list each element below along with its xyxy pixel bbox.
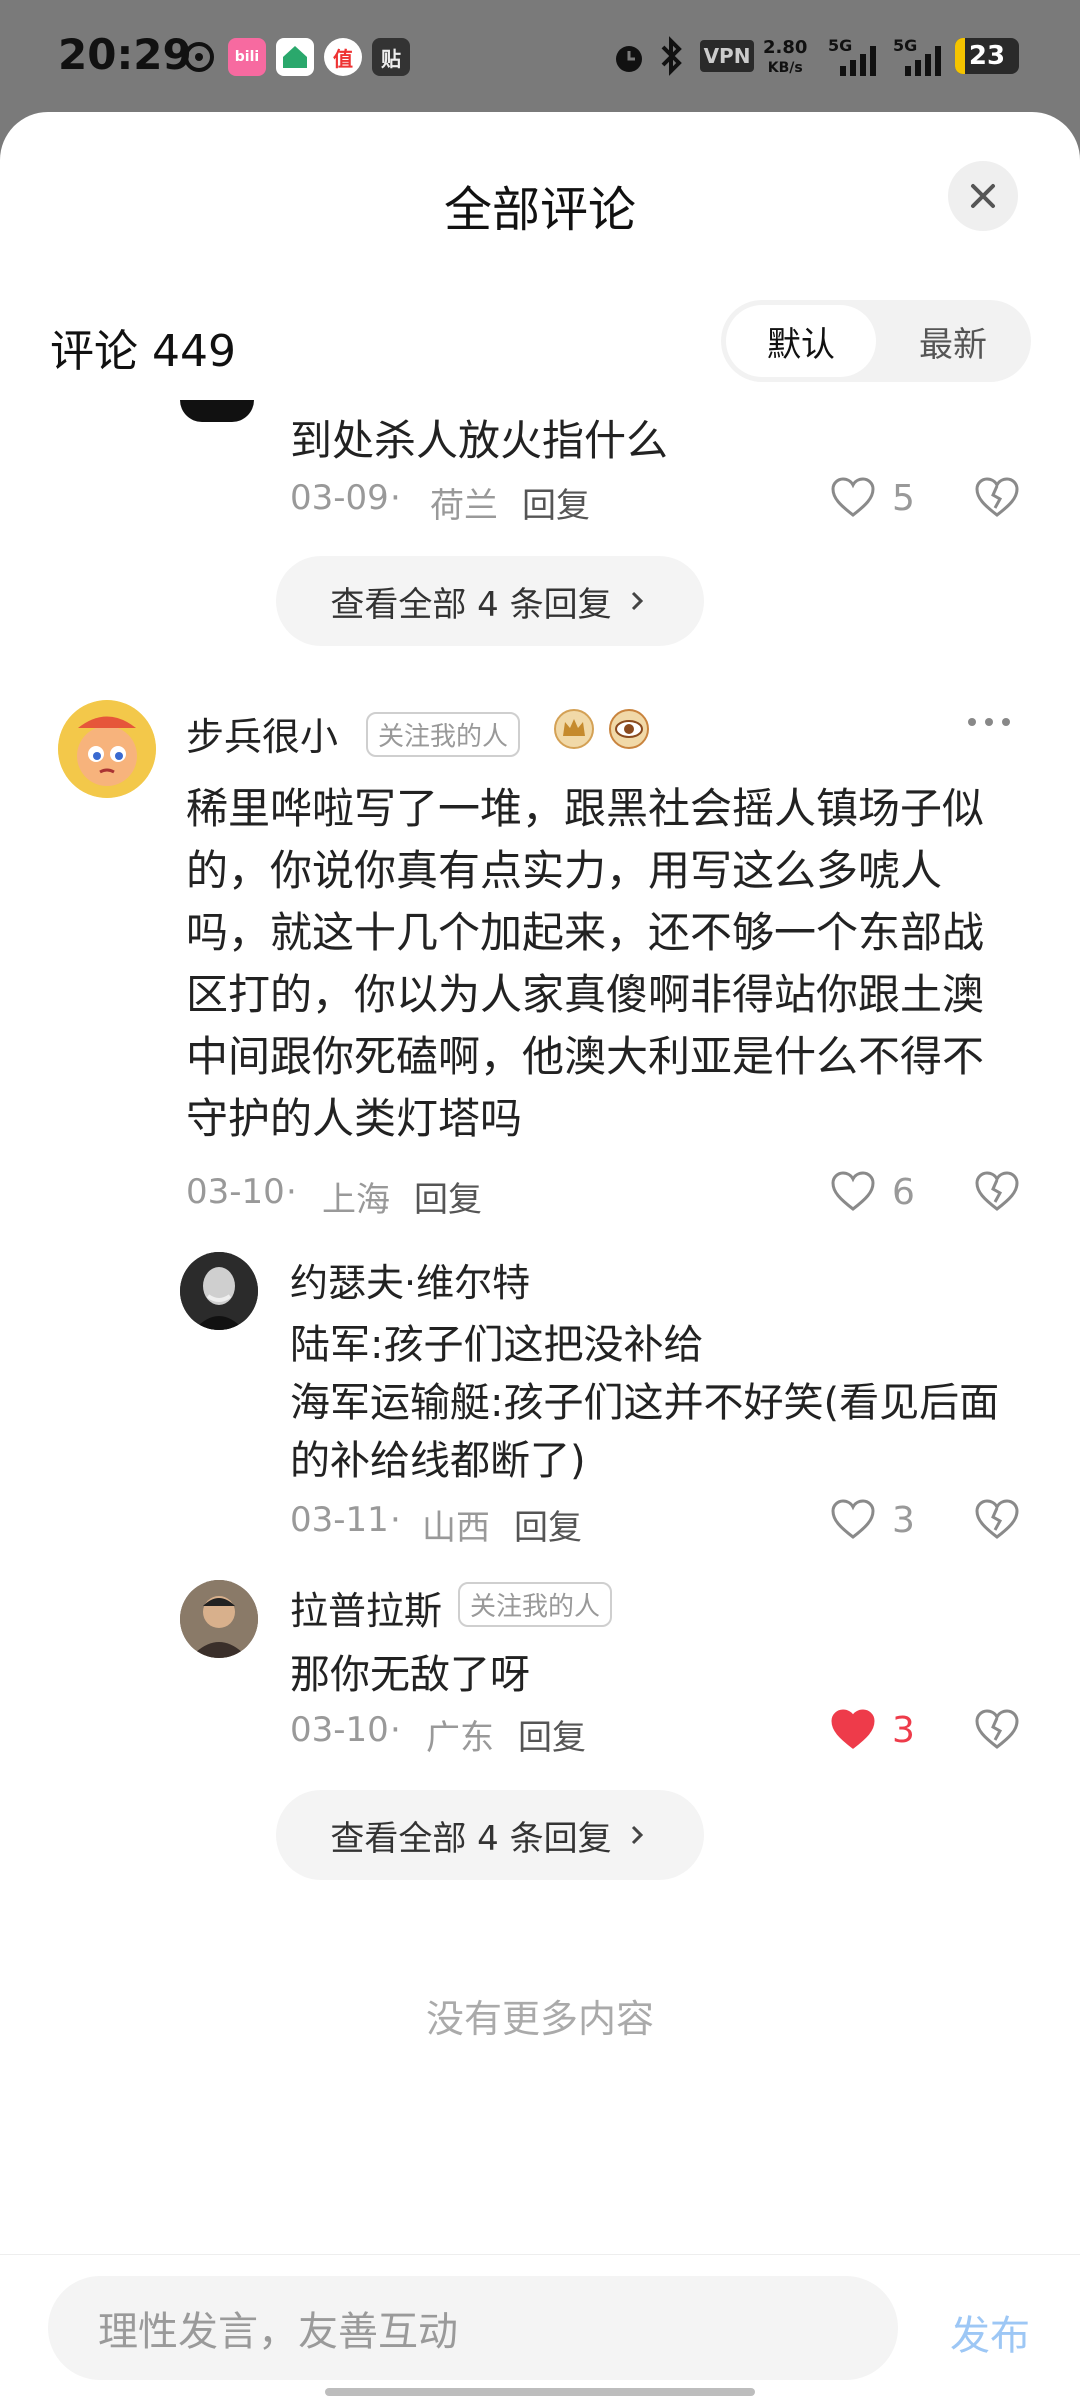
- dislike-button[interactable]: [974, 1708, 1020, 1754]
- comment-date: 03-09: [290, 478, 389, 518]
- home-app-icon: [276, 38, 314, 76]
- comment-location: 荷兰: [430, 486, 498, 526]
- meta-dot: ·: [390, 1710, 401, 1750]
- more-dots-icon: [968, 718, 1010, 726]
- signal-icon-a: [830, 42, 880, 82]
- close-icon: [971, 184, 995, 208]
- chevron-right-icon: [631, 591, 643, 611]
- like-count: 3: [892, 1500, 915, 1541]
- meta-dot: ·: [286, 1172, 297, 1212]
- like-count: 3: [892, 1710, 915, 1751]
- crown-badge-icon: [553, 708, 595, 754]
- like-button[interactable]: [830, 1170, 876, 1216]
- reply-date: 03-10: [290, 1710, 389, 1750]
- reply-author-name[interactable]: 拉普拉斯: [290, 1580, 442, 1635]
- bluetooth-icon: [656, 36, 686, 80]
- comment-location: 上海: [322, 1180, 390, 1220]
- sort-newest-button[interactable]: 最新: [880, 305, 1026, 377]
- heart-icon: [831, 1499, 875, 1539]
- like-count: 6: [892, 1172, 915, 1213]
- close-button[interactable]: [948, 161, 1018, 231]
- eye-badge-icon: [608, 708, 650, 754]
- view-all-replies-button[interactable]: 查看全部 4 条回复: [276, 1790, 704, 1880]
- network-speed: 2.80 KB/s: [763, 37, 808, 77]
- view-all-replies-button[interactable]: 查看全部 4 条回复: [276, 556, 704, 646]
- reply-location: 山西: [422, 1508, 490, 1548]
- broken-heart-icon: [975, 1499, 1019, 1539]
- reply-text: 那你无敌了呀: [290, 1652, 530, 1698]
- broken-heart-icon: [975, 477, 1019, 517]
- avatar[interactable]: [180, 1252, 258, 1330]
- reply-button[interactable]: 回复: [522, 478, 590, 527]
- home-indicator[interactable]: [325, 2388, 755, 2396]
- like-button[interactable]: [830, 1708, 876, 1754]
- follower-tag: 关注我的人: [458, 1582, 613, 1627]
- reply-date: 03-11: [290, 1500, 389, 1540]
- reply-text: 陆军:孩子们这把没补给 海军运输艇:孩子们这并不好笑(看见后面的补给线都断了): [290, 1322, 1000, 1484]
- meta-dot: ·: [390, 478, 401, 518]
- vpn-icon: VPN: [700, 40, 754, 72]
- comment-input[interactable]: 理性发言，友善互动: [48, 2276, 898, 2380]
- no-more-content: 没有更多内容: [425, 1997, 654, 2041]
- avatar[interactable]: [180, 1580, 258, 1658]
- heart-icon: [831, 477, 875, 517]
- meta-dot: ·: [390, 1500, 401, 1540]
- comment-date: 03-10: [186, 1172, 285, 1212]
- tieba-icon: 贴: [372, 38, 410, 76]
- sheet-title: 全部评论: [443, 182, 636, 238]
- alarm-icon: [610, 38, 648, 80]
- avatar[interactable]: [180, 400, 254, 422]
- view-all-replies-label: 查看全部 4 条回复: [330, 584, 612, 625]
- reply-author-name[interactable]: 约瑟夫·维尔特: [290, 1252, 530, 1307]
- comment-input-placeholder: 理性发言，友善互动: [98, 2309, 458, 2355]
- dislike-button[interactable]: [974, 1498, 1020, 1544]
- dislike-button[interactable]: [974, 476, 1020, 522]
- like-count: 5: [892, 478, 915, 519]
- sort-default-button[interactable]: 默认: [726, 305, 876, 377]
- reply-button[interactable]: 回复: [514, 1500, 582, 1549]
- follower-tag: 关注我的人: [366, 712, 521, 757]
- send-button[interactable]: 发布: [950, 2303, 1030, 2361]
- comment-text: 稀里哗啦写了一堆，跟黑社会摇人镇场子似的，你说你真有点实力，用写这么多唬人吗，就…: [186, 784, 985, 1143]
- commenter-name[interactable]: 步兵很小: [186, 706, 338, 761]
- bilibili-icon: bili: [228, 38, 266, 76]
- zhide-icon: 值: [324, 38, 362, 76]
- chevron-right-icon: [631, 1825, 643, 1845]
- more-options-button[interactable]: [964, 714, 1014, 734]
- comment-count: 评论 449: [50, 326, 236, 377]
- heart-icon: [831, 1171, 875, 1211]
- dislike-button[interactable]: [974, 1170, 1020, 1216]
- broken-heart-icon: [975, 1709, 1019, 1749]
- heart-filled-icon: [831, 1709, 875, 1749]
- reply-location: 广东: [426, 1718, 494, 1758]
- like-button[interactable]: [830, 1498, 876, 1544]
- netease-music-icon: [180, 38, 218, 76]
- status-time: 20:29: [58, 30, 192, 79]
- reply-button[interactable]: 回复: [414, 1172, 482, 1221]
- avatar[interactable]: [58, 700, 156, 798]
- like-button[interactable]: [830, 476, 876, 522]
- broken-heart-icon: [975, 1171, 1019, 1211]
- signal-icon-b: [895, 42, 945, 82]
- reply-button[interactable]: 回复: [518, 1710, 586, 1759]
- battery-icon: 23: [955, 38, 1019, 74]
- view-all-replies-label: 查看全部 4 条回复: [330, 1818, 612, 1859]
- comment-text: 到处杀人放火指什么: [290, 416, 669, 465]
